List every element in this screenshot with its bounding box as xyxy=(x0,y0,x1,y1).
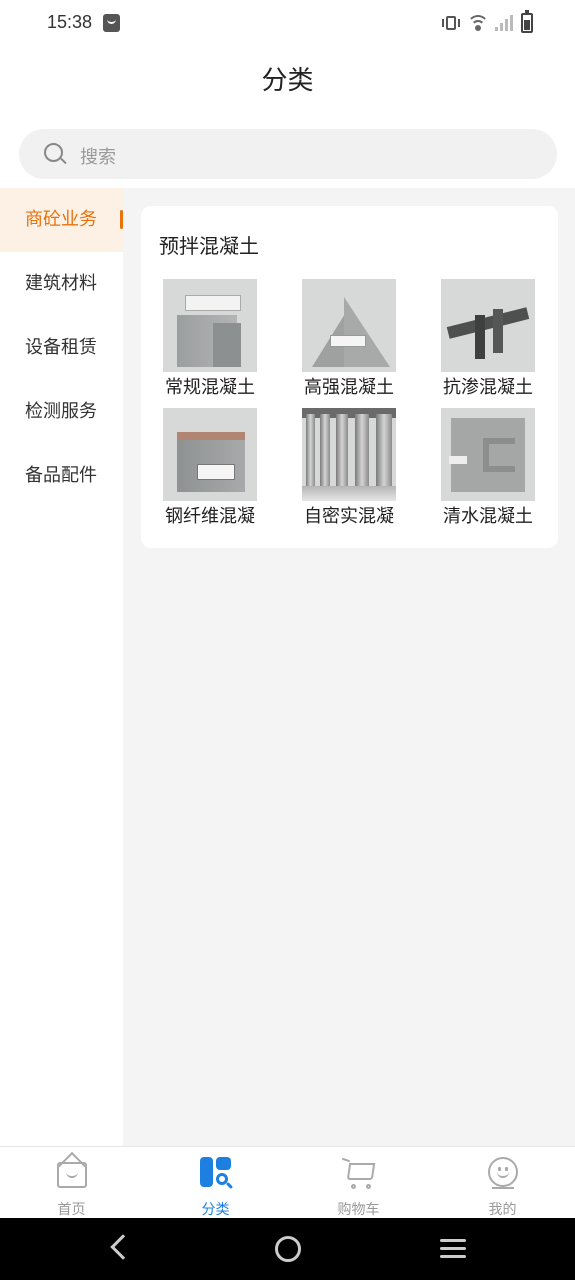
tab-profile[interactable]: 我的 xyxy=(431,1147,574,1219)
product-image xyxy=(441,408,535,501)
system-nav-bar xyxy=(0,1218,575,1280)
category-icon xyxy=(199,1156,234,1190)
category-card: 预拌混凝土 常规混凝土 高强混凝土 抗渗混凝土 钢纤维混凝 自密实混凝 清水混凝… xyxy=(141,206,558,548)
wifi-icon xyxy=(467,14,489,32)
sidebar-item-testing-services[interactable]: 检测服务 xyxy=(0,380,123,444)
status-icons xyxy=(441,10,533,33)
product-label: 常规混凝土 xyxy=(165,377,255,398)
tab-label: 分类 xyxy=(201,1202,230,1218)
product-image xyxy=(163,279,257,372)
battery-icon xyxy=(521,10,533,33)
product-image xyxy=(163,408,257,501)
sidebar-item-building-materials[interactable]: 建筑材料 xyxy=(0,252,123,316)
product-image xyxy=(302,408,396,501)
notification-icon xyxy=(103,14,120,32)
tab-label: 我的 xyxy=(488,1202,517,1218)
category-sidebar: 商砼业务 建筑材料 设备租赁 检测服务 备品配件 xyxy=(0,188,123,1146)
product-label: 抗渗混凝土 xyxy=(443,377,533,398)
home-icon xyxy=(55,1151,89,1190)
sidebar-item-concrete-business[interactable]: 商砼业务 xyxy=(0,188,123,252)
status-time: 15:38 xyxy=(47,12,93,32)
tab-label: 购物车 xyxy=(337,1202,380,1218)
tab-home[interactable]: 首页 xyxy=(0,1147,143,1219)
signal-icon xyxy=(495,15,515,31)
tab-category[interactable]: 分类 xyxy=(144,1147,287,1219)
profile-icon xyxy=(486,1156,520,1190)
section-title: 预拌混凝土 xyxy=(159,234,259,258)
home-button-icon[interactable] xyxy=(275,1236,301,1262)
sidebar-item-equipment-rental[interactable]: 设备租赁 xyxy=(0,316,123,380)
sidebar-item-spare-parts[interactable]: 备品配件 xyxy=(0,444,123,508)
search-icon xyxy=(44,143,67,165)
product-label: 钢纤维混凝 xyxy=(165,506,255,527)
tab-cart[interactable]: 购物车 xyxy=(287,1147,430,1219)
content-area: 商砼业务 建筑材料 设备租赁 检测服务 备品配件 预拌混凝土 常规混凝土 高强混… xyxy=(0,188,575,1146)
product-label: 自密实混凝 xyxy=(304,506,394,527)
status-bar: 15:38 xyxy=(0,0,575,46)
product-image xyxy=(441,279,535,372)
cart-icon xyxy=(341,1156,376,1190)
product-image xyxy=(302,279,396,372)
menu-icon[interactable] xyxy=(440,1239,466,1259)
bottom-tab-bar: 首页 分类 购物车 我的 xyxy=(0,1146,575,1218)
vibrate-icon xyxy=(441,15,461,31)
search-placeholder: 搜索 xyxy=(80,147,116,168)
tab-label: 首页 xyxy=(57,1202,86,1218)
back-icon[interactable] xyxy=(110,1234,136,1260)
page-title: 分类 xyxy=(261,66,314,96)
product-label: 高强混凝土 xyxy=(304,377,394,398)
search-input[interactable]: 搜索 xyxy=(19,129,557,179)
product-label: 清水混凝土 xyxy=(443,506,533,527)
